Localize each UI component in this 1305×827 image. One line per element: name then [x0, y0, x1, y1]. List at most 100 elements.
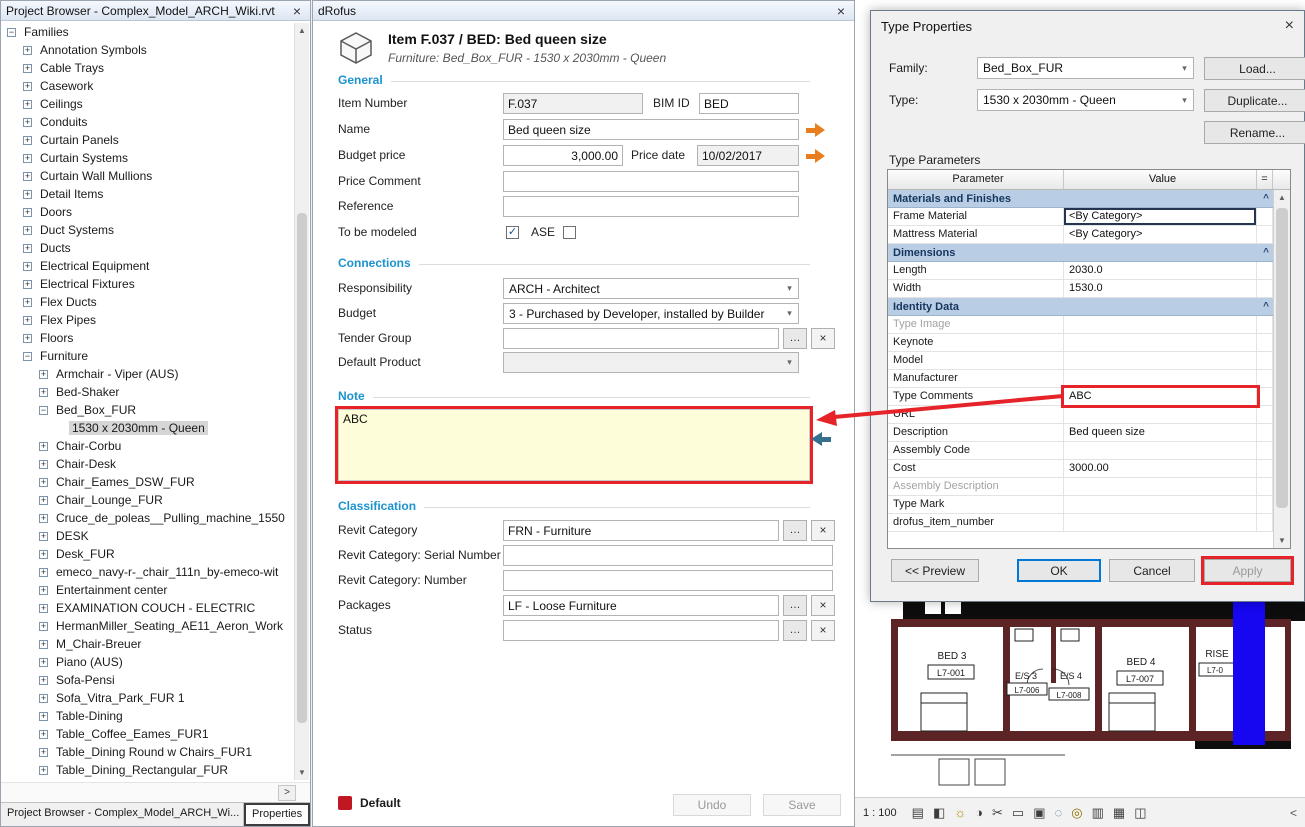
name-input[interactable]	[503, 119, 799, 140]
selected-element[interactable]	[1233, 597, 1265, 745]
view-scale[interactable]: 1 : 100	[863, 807, 897, 819]
item-number-input[interactable]	[503, 93, 643, 114]
project-browser-titlebar[interactable]: Project Browser - Complex_Model_ARCH_Wik…	[1, 1, 310, 21]
tree-item-label[interactable]: Chair-Desk	[53, 457, 119, 471]
expand-icon[interactable]: +	[39, 712, 48, 721]
preview-button[interactable]: << Preview	[891, 559, 979, 582]
tree-item[interactable]: +Chair_Eames_DSW_FUR	[3, 473, 293, 491]
serial-number-input[interactable]	[503, 545, 833, 566]
collapse-icon[interactable]: −	[7, 28, 16, 37]
tree-item-label[interactable]: emeco_navy-r-_chair_111n_by-emeco-wit	[53, 565, 281, 579]
tree-item-label[interactable]: EXAMINATION COUCH - ELECTRIC	[53, 601, 258, 615]
expand-icon[interactable]: +	[39, 658, 48, 667]
scroll-down-icon[interactable]: ▼	[295, 765, 309, 780]
expand-icon[interactable]: +	[23, 46, 32, 55]
tree-item[interactable]: +Conduits	[3, 113, 293, 131]
parameter-value[interactable]	[1064, 334, 1257, 351]
packages-input[interactable]	[503, 595, 779, 616]
tab-project-browser[interactable]: Project Browser - Complex_Model_ARCH_Wi.…	[1, 803, 244, 826]
tree-item[interactable]: +Piano (AUS)	[3, 653, 293, 671]
profile-name[interactable]: Default	[360, 796, 401, 810]
scroll-up-icon[interactable]: ▲	[1274, 190, 1290, 205]
parameter-value[interactable]	[1064, 514, 1257, 531]
tree-item-label[interactable]: Doors	[37, 205, 75, 219]
tree-item-label[interactable]: Curtain Wall Mullions	[37, 169, 155, 183]
tree-item[interactable]: +Flex Ducts	[3, 293, 293, 311]
price-comment-input[interactable]	[503, 171, 799, 192]
crop-view-icon[interactable]: ✂	[992, 805, 1003, 821]
expand-icon[interactable]: +	[23, 316, 32, 325]
tree-item-label[interactable]: Casework	[37, 79, 96, 93]
undo-button[interactable]: Undo	[673, 794, 751, 816]
tree-item[interactable]: +Electrical Fixtures	[3, 275, 293, 293]
tree-item-label[interactable]: Chair_Lounge_FUR	[53, 493, 166, 507]
tree-item[interactable]: +Chair-Corbu	[3, 437, 293, 455]
tree-item[interactable]: +Duct Systems	[3, 221, 293, 239]
expand-icon[interactable]: +	[39, 532, 48, 541]
price-date-input[interactable]	[697, 145, 799, 166]
expand-icon[interactable]: +	[39, 514, 48, 523]
tree-item[interactable]: +Sofa_Vitra_Park_FUR 1	[3, 689, 293, 707]
tree-item[interactable]: + Electrical Equipment	[3, 257, 293, 275]
scrollbar-thumb[interactable]	[297, 213, 307, 723]
tree-item[interactable]: +DESK	[3, 527, 293, 545]
expand-icon[interactable]: +	[23, 334, 32, 343]
expand-icon[interactable]: +	[39, 370, 48, 379]
expand-icon[interactable]: +	[39, 622, 48, 631]
tree-item[interactable]: + Chair_Lounge_FUR	[3, 491, 293, 509]
expand-icon[interactable]: +	[23, 280, 32, 289]
tree-item-label[interactable]: Bed_Box_FUR	[53, 403, 139, 417]
revit-category-input[interactable]	[503, 520, 779, 541]
tree-item-label[interactable]: M_Chair-Breuer	[53, 637, 144, 651]
tree-item-label[interactable]: Cruce_de_poleas__Pulling_machine_1550	[53, 511, 288, 525]
tree-item-label[interactable]: Ducts	[37, 241, 74, 255]
sync-to-revit-icon[interactable]	[806, 149, 825, 163]
tree-item[interactable]: + Flex Pipes	[3, 311, 293, 329]
tree-item[interactable]: −Bed_Box_FUR	[3, 401, 293, 419]
expand-icon[interactable]: +	[39, 388, 48, 397]
tree-item[interactable]: +Cable Trays	[3, 59, 293, 77]
close-icon[interactable]: ×	[1285, 19, 1294, 33]
expand-icon[interactable]: +	[39, 766, 48, 775]
cancel-button[interactable]: Cancel	[1109, 559, 1195, 582]
expand-icon[interactable]: +	[39, 694, 48, 703]
tree-item-label[interactable]: Electrical Equipment	[37, 259, 152, 273]
scroll-right-icon[interactable]: >	[278, 785, 296, 801]
temporary-hide-icon[interactable]: ◌	[1055, 805, 1063, 820]
tree-item[interactable]: 1530 x 2030mm - Queen	[3, 419, 293, 437]
expand-icon[interactable]: +	[39, 604, 48, 613]
expand-icon[interactable]: +	[39, 568, 48, 577]
tree-item[interactable]: +Sofa-Pensi	[3, 671, 293, 689]
tree-item[interactable]: + Casework	[3, 77, 293, 95]
parameter-group-header[interactable]: Dimensions^	[888, 244, 1273, 262]
expand-icon[interactable]: +	[23, 190, 32, 199]
tree-item-label[interactable]: Families	[21, 25, 72, 39]
tree-item-label[interactable]: Armchair - Viper (AUS)	[53, 367, 181, 381]
tree-item[interactable]: +Table-Dining	[3, 707, 293, 725]
expand-icon[interactable]: +	[39, 496, 48, 505]
to-be-modeled-checkbox[interactable]: ✓	[506, 226, 519, 239]
tree-scrollbar[interactable]: ▲ ▼	[294, 23, 309, 780]
expand-icon[interactable]: +	[23, 82, 32, 91]
parameter-value[interactable]	[1064, 406, 1257, 423]
group-collapse-icon[interactable]: ^	[1263, 301, 1269, 312]
tree-item-label[interactable]: HermanMiller_Seating_AE11_Aeron_Work	[53, 619, 286, 633]
apply-button[interactable]: Apply	[1204, 559, 1291, 582]
tree-item[interactable]: + HermanMiller_Seating_AE11_Aeron_Work	[3, 617, 293, 635]
expand-icon[interactable]: +	[23, 244, 32, 253]
browse-button[interactable]: …	[783, 520, 807, 541]
rename-button[interactable]: Rename...	[1204, 121, 1305, 144]
tree-item-label[interactable]: Flex Pipes	[37, 313, 99, 327]
tree-item-label[interactable]: Chair-Corbu	[53, 439, 124, 453]
budget-price-input[interactable]	[503, 145, 623, 166]
expand-icon[interactable]: +	[39, 586, 48, 595]
crop-region-icon[interactable]: ▭	[1012, 805, 1024, 821]
expand-icon[interactable]: +	[23, 262, 32, 271]
status-input[interactable]	[503, 620, 779, 641]
sync-to-revit-icon[interactable]	[806, 123, 825, 137]
tree-item[interactable]: + Cruce_de_poleas__Pulling_machine_1550	[3, 509, 293, 527]
close-icon[interactable]: ×	[289, 3, 305, 19]
parameter-value[interactable]: Bed queen size	[1064, 424, 1257, 441]
tree-item[interactable]: +Table_Coffee_Eames_FUR1	[3, 725, 293, 743]
lock-view-icon[interactable]: ▣	[1033, 805, 1045, 821]
